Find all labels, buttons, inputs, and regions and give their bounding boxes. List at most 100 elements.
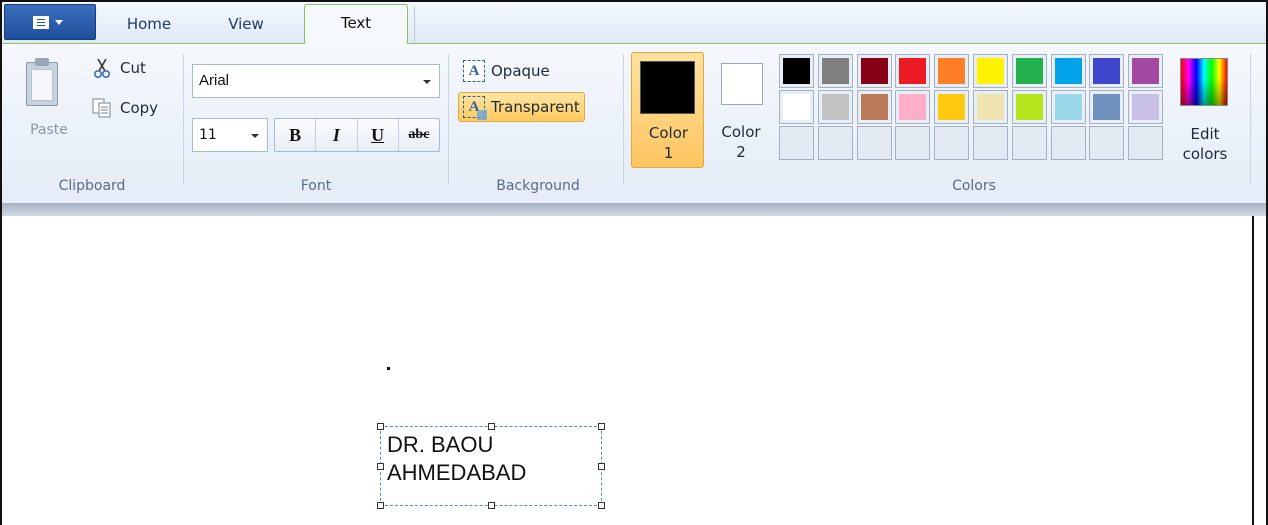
color1-swatch bbox=[640, 61, 695, 114]
palette-swatch[interactable] bbox=[779, 54, 814, 88]
resize-handle-right[interactable] bbox=[598, 463, 605, 470]
color1-label: Color 1 bbox=[632, 123, 705, 163]
underline-button[interactable]: U bbox=[358, 119, 399, 151]
palette-empty-slot[interactable] bbox=[779, 126, 814, 160]
palette-swatch-fill bbox=[976, 94, 1004, 120]
color1-label-text: Color 1 bbox=[648, 124, 689, 162]
palette-swatch[interactable] bbox=[1011, 54, 1047, 88]
palette-swatch[interactable] bbox=[972, 90, 1008, 124]
palette-empty-slot[interactable] bbox=[817, 126, 853, 160]
resize-handle-bottom-right[interactable] bbox=[598, 502, 605, 509]
palette-swatch[interactable] bbox=[1128, 90, 1164, 124]
transparent-button[interactable]: A Transparent bbox=[458, 92, 585, 122]
palette-empty-slot[interactable] bbox=[895, 126, 931, 160]
cut-label: Cut bbox=[120, 59, 146, 77]
palette-empty-slot[interactable] bbox=[934, 126, 970, 160]
font-size-select[interactable]: 11 bbox=[192, 118, 268, 152]
palette-empty-slot[interactable] bbox=[1089, 126, 1125, 160]
chevron-down-icon bbox=[251, 134, 259, 138]
palette-swatch[interactable] bbox=[1089, 90, 1125, 124]
color2-button[interactable]: Color 2 bbox=[710, 52, 772, 168]
palette-empty-slot[interactable] bbox=[972, 126, 1008, 160]
strikethrough-button[interactable]: abc bbox=[399, 119, 439, 151]
colors-group-label: Colors bbox=[952, 178, 996, 194]
palette-swatch-fill bbox=[1015, 94, 1043, 120]
palette-empty-slot[interactable] bbox=[1011, 126, 1047, 160]
palette-swatch[interactable] bbox=[817, 90, 853, 124]
tab-view[interactable]: View bbox=[198, 6, 294, 43]
palette-swatch[interactable] bbox=[1050, 90, 1086, 124]
group-divider bbox=[448, 54, 449, 184]
palette-swatch-fill bbox=[1132, 94, 1160, 120]
background-group-label: Background bbox=[496, 178, 580, 194]
transparent-text-icon: A bbox=[463, 96, 487, 120]
color-spectrum-icon bbox=[1180, 58, 1228, 106]
palette-swatch[interactable] bbox=[856, 54, 892, 88]
palette-swatch[interactable] bbox=[972, 54, 1008, 88]
edit-colors-label-text: Edit colors bbox=[1182, 125, 1228, 163]
resize-handle-bottom[interactable] bbox=[488, 502, 495, 509]
palette-empty-slot[interactable] bbox=[856, 126, 892, 160]
edit-colors-button[interactable]: Edit colors bbox=[1172, 54, 1238, 168]
palette-swatch-fill bbox=[938, 94, 966, 120]
transparent-label: Transparent bbox=[491, 98, 580, 116]
chevron-down-icon bbox=[423, 80, 431, 84]
italic-button[interactable]: I bbox=[316, 119, 358, 151]
tab-text[interactable]: Text bbox=[304, 4, 408, 46]
canvas-text[interactable]: DR. BAOU AHMEDABAD bbox=[387, 431, 526, 487]
resize-handle-bottom-left[interactable] bbox=[377, 502, 384, 509]
scissors-icon bbox=[90, 57, 114, 79]
paste-button[interactable]: Paste bbox=[18, 54, 80, 144]
opaque-button[interactable]: A Opaque bbox=[458, 56, 555, 86]
text-selection-box[interactable]: DR. BAOU AHMEDABAD bbox=[377, 423, 605, 509]
font-size-value: 11 bbox=[199, 127, 217, 143]
palette-swatch[interactable] bbox=[1050, 54, 1086, 88]
bold-button[interactable]: B bbox=[275, 119, 317, 151]
palette-swatch[interactable] bbox=[895, 90, 931, 124]
copy-button[interactable]: Copy bbox=[90, 96, 158, 120]
palette-swatch[interactable] bbox=[934, 54, 970, 88]
group-divider bbox=[183, 54, 184, 184]
palette-swatch[interactable] bbox=[856, 90, 892, 124]
app-menu-button[interactable] bbox=[4, 4, 96, 40]
opaque-label: Opaque bbox=[491, 62, 550, 80]
palette-swatch-fill bbox=[976, 58, 1004, 84]
color2-label-text: Color 2 bbox=[721, 123, 761, 161]
font-family-value: Arial bbox=[199, 72, 230, 89]
font-family-select[interactable]: Arial bbox=[192, 64, 440, 98]
cut-button[interactable]: Cut bbox=[90, 56, 146, 80]
palette-swatch[interactable] bbox=[817, 54, 853, 88]
menu-icon bbox=[33, 16, 49, 29]
palette-swatch-fill bbox=[1093, 58, 1121, 84]
tab-home[interactable]: Home bbox=[102, 6, 196, 43]
ribbon-tab-bar: Home View Text bbox=[2, 2, 1266, 46]
copy-icon bbox=[90, 97, 114, 119]
canvas-edge bbox=[1252, 216, 1254, 525]
chevron-down-icon bbox=[55, 20, 63, 25]
palette-swatch[interactable] bbox=[1089, 54, 1125, 88]
resize-handle-top-left[interactable] bbox=[377, 423, 384, 430]
palette-swatch[interactable] bbox=[779, 90, 814, 124]
group-divider bbox=[1250, 54, 1251, 184]
palette-swatch-fill bbox=[938, 58, 966, 84]
resize-handle-top[interactable] bbox=[488, 423, 495, 430]
palette-empty-slot[interactable] bbox=[1128, 126, 1164, 160]
drawing-canvas[interactable] bbox=[2, 216, 1252, 525]
color2-swatch bbox=[721, 63, 763, 105]
palette-swatch[interactable] bbox=[1011, 90, 1047, 124]
palette-swatch[interactable] bbox=[1128, 54, 1164, 88]
color2-label: Color 2 bbox=[710, 122, 772, 162]
palette-swatch[interactable] bbox=[934, 90, 970, 124]
resize-handle-left[interactable] bbox=[377, 463, 384, 470]
palette-swatch[interactable] bbox=[895, 54, 931, 88]
paint-window: Home View Text Paste Cut Copy Clipboard … bbox=[0, 0, 1268, 525]
palette-swatch-fill bbox=[899, 58, 927, 84]
resize-handle-top-right[interactable] bbox=[598, 423, 605, 430]
font-style-buttons: B I U abc bbox=[274, 118, 440, 152]
palette-swatch-fill bbox=[860, 58, 888, 84]
palette-swatch-fill bbox=[783, 58, 810, 84]
palette-swatch-fill bbox=[860, 94, 888, 120]
palette-empty-slot[interactable] bbox=[1050, 126, 1086, 160]
palette-swatch-fill bbox=[821, 94, 849, 120]
color1-button[interactable]: Color 1 bbox=[631, 52, 704, 168]
